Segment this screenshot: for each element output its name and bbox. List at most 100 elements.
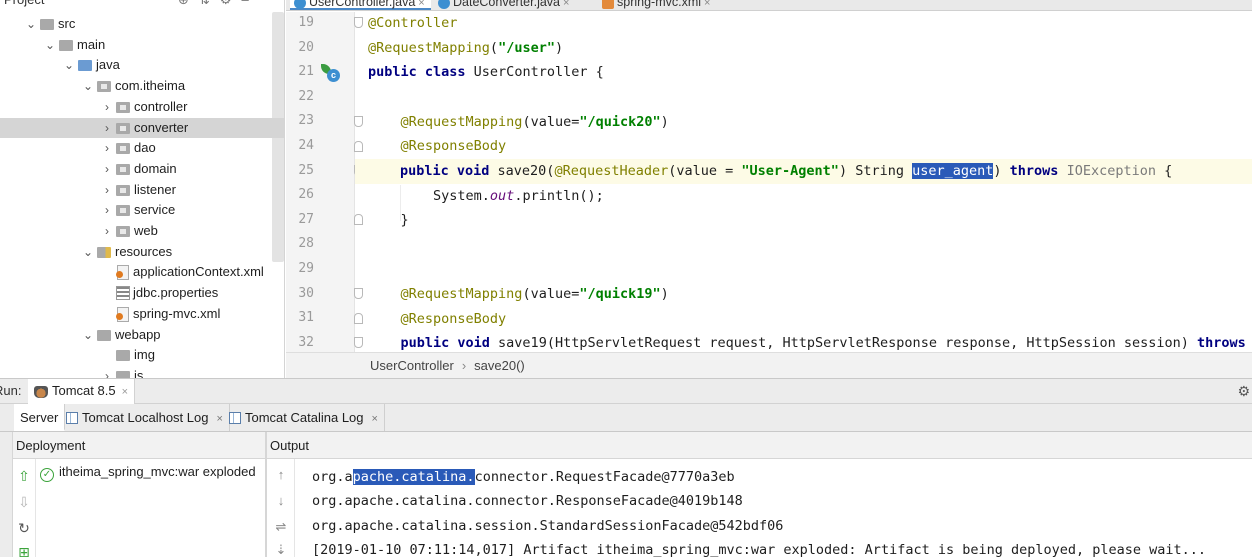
code-line-23[interactable]: @RequestMapping(value="/quick20") bbox=[368, 110, 669, 135]
tree-item-spring-mvc-xml[interactable]: spring-mvc.xml bbox=[0, 304, 272, 325]
output-line-1[interactable]: org.apache.catalina.connector.RequestFac… bbox=[312, 465, 735, 490]
code-line-27[interactable]: } bbox=[368, 208, 409, 233]
run-sub-tabs: Server Tomcat Localhost Log × Tomcat Cata… bbox=[0, 404, 1252, 432]
chevron-down-icon[interactable]: ⌄ bbox=[81, 325, 95, 346]
tree-item-java[interactable]: ⌄ java bbox=[0, 55, 272, 76]
tab-tomcat-catalina-log[interactable]: Tomcat Catalina Log × bbox=[223, 404, 385, 431]
tree-item-label: java bbox=[96, 57, 120, 73]
tree-item-applicationcontext-xml[interactable]: applicationContext.xml bbox=[0, 262, 272, 283]
breadcrumb-method[interactable]: save20() bbox=[474, 358, 525, 373]
tree-item-com-itheima[interactable]: ⌄ com.itheima bbox=[0, 76, 272, 97]
tree-item-label: com.itheima bbox=[115, 78, 186, 94]
selected-text[interactable]: pache.catalina. bbox=[352, 469, 475, 485]
fold-marker-icon[interactable] bbox=[354, 141, 363, 152]
code-line-19[interactable]: @Controller bbox=[368, 11, 457, 36]
tab-dateconverter[interactable]: DateConverter.java × bbox=[434, 0, 575, 10]
code-line-31[interactable]: @ResponseBody bbox=[368, 307, 507, 332]
line-number: 26 bbox=[298, 187, 314, 203]
chevron-right-icon[interactable]: › bbox=[100, 180, 114, 201]
selected-text[interactable]: user_agent bbox=[912, 163, 994, 179]
tab-usercontroller[interactable]: UserController.java × bbox=[290, 0, 431, 10]
tree-item-controller[interactable]: › controller bbox=[0, 97, 272, 118]
editor-tab-bar: UserController.java × DateConverter.java ×… bbox=[286, 0, 1252, 11]
tomcat-icon bbox=[34, 385, 48, 398]
output-line-2[interactable]: org.apache.catalina.connector.ResponseFa… bbox=[312, 489, 743, 514]
code-line-30[interactable]: @RequestMapping(value="/quick19") bbox=[368, 282, 669, 307]
tab-spring-mvc-xml[interactable]: spring-mvc.xml × bbox=[598, 0, 716, 10]
tree-item-js[interactable]: › js bbox=[0, 366, 272, 378]
package-icon bbox=[116, 101, 130, 113]
undeploy-icon[interactable]: ⇩ bbox=[13, 492, 35, 512]
fold-marker-icon[interactable] bbox=[354, 337, 363, 348]
tree-item-converter[interactable]: › converter bbox=[0, 117, 284, 139]
chevron-down-icon[interactable]: ⌄ bbox=[81, 76, 95, 97]
scroll-to-end-icon[interactable]: ⇣ bbox=[273, 542, 289, 557]
tree-item-label: applicationContext.xml bbox=[133, 264, 264, 280]
fold-marker-icon[interactable] bbox=[354, 116, 363, 127]
chevron-down-icon[interactable]: ⌄ bbox=[43, 35, 57, 56]
line-number: 22 bbox=[298, 88, 314, 104]
minimize-icon[interactable]: – bbox=[241, 0, 258, 7]
breadcrumb-class[interactable]: UserController bbox=[370, 358, 454, 373]
code-line-24[interactable]: @ResponseBody bbox=[368, 134, 507, 159]
update-icon[interactable]: ⊞ bbox=[13, 542, 35, 557]
folder-icon bbox=[116, 370, 130, 378]
project-panel-title[interactable]: Project bbox=[4, 0, 44, 8]
chevron-down-icon[interactable]: ⌄ bbox=[62, 55, 76, 76]
chevron-right-icon: › bbox=[461, 358, 467, 373]
fold-marker-icon[interactable] bbox=[354, 288, 363, 299]
close-icon[interactable]: × bbox=[704, 0, 710, 9]
code-line-25[interactable]: public void save20(@RequestHeader(value … bbox=[355, 159, 1252, 184]
chevron-down-icon[interactable]: ⌄ bbox=[24, 14, 38, 35]
code-line-26[interactable]: System.out.println(); bbox=[368, 184, 604, 209]
tree-item-dao[interactable]: › dao bbox=[0, 138, 272, 159]
tree-item-label: converter bbox=[134, 119, 189, 135]
collapse-icon[interactable]: ⇅ bbox=[199, 0, 220, 7]
refresh-icon[interactable]: ↻ bbox=[13, 518, 35, 538]
chevron-right-icon[interactable]: › bbox=[100, 221, 114, 242]
output-line-4[interactable]: [2019-01-10 07:11:14,017] Artifact ithei… bbox=[312, 538, 1206, 557]
chevron-right-icon[interactable]: › bbox=[100, 138, 114, 159]
tree-item-service[interactable]: › service bbox=[0, 200, 272, 221]
fold-marker-icon[interactable] bbox=[354, 313, 363, 324]
tab-label: Server bbox=[20, 410, 59, 425]
tab-tomcat-localhost-log[interactable]: Tomcat Localhost Log × bbox=[60, 404, 230, 431]
chevron-right-icon[interactable]: › bbox=[100, 366, 114, 378]
fold-marker-icon[interactable] bbox=[354, 214, 363, 225]
spring-bean-icon[interactable]: c bbox=[321, 64, 341, 82]
close-icon[interactable]: × bbox=[216, 413, 222, 425]
fold-marker-icon[interactable] bbox=[354, 17, 363, 28]
code-line-21[interactable]: public class UserController { bbox=[368, 60, 604, 85]
scroll-down-icon[interactable]: ↓ bbox=[273, 493, 289, 508]
tree-item-web[interactable]: › web bbox=[0, 221, 272, 242]
run-config-tab[interactable]: Tomcat 8.5 × bbox=[28, 379, 136, 404]
close-icon[interactable]: × bbox=[418, 0, 424, 9]
tree-item-webapp[interactable]: ⌄ webapp bbox=[0, 325, 272, 346]
chevron-right-icon[interactable]: › bbox=[100, 200, 114, 221]
tree-item-src[interactable]: ⌄ src bbox=[0, 14, 272, 35]
chevron-down-icon[interactable]: ⌄ bbox=[81, 242, 95, 263]
tree-item-listener[interactable]: › listener bbox=[0, 180, 272, 201]
tab-server[interactable]: Server bbox=[14, 404, 66, 431]
chevron-right-icon[interactable]: › bbox=[100, 118, 114, 139]
output-line-3[interactable]: org.apache.catalina.session.StandardSess… bbox=[312, 514, 783, 539]
soft-wrap-icon[interactable]: ⇌ bbox=[273, 519, 289, 535]
tree-item-main[interactable]: ⌄ main bbox=[0, 35, 272, 56]
chevron-right-icon[interactable]: › bbox=[100, 97, 114, 118]
tree-item-img[interactable]: img bbox=[0, 345, 272, 366]
locate-icon[interactable]: ⊕ bbox=[178, 0, 199, 7]
code-line-20[interactable]: @RequestMapping("/user") bbox=[368, 36, 563, 61]
tree-item-resources[interactable]: ⌄ resources bbox=[0, 242, 272, 263]
close-icon[interactable]: × bbox=[372, 413, 378, 425]
deployment-item[interactable]: ✓ itheima_spring_mvc:war exploded bbox=[40, 462, 256, 482]
gear-icon[interactable]: ⚙ bbox=[220, 0, 242, 7]
package-icon bbox=[116, 143, 130, 155]
chevron-right-icon[interactable]: › bbox=[100, 159, 114, 180]
tree-item-domain[interactable]: › domain bbox=[0, 159, 272, 180]
gear-icon[interactable]: ⚙ bbox=[1237, 379, 1250, 403]
deploy-icon[interactable]: ⇧ bbox=[13, 466, 35, 486]
tree-item-jdbc-properties[interactable]: jdbc.properties bbox=[0, 283, 272, 304]
scroll-up-icon[interactable]: ↑ bbox=[273, 467, 289, 482]
close-icon[interactable]: × bbox=[563, 0, 569, 9]
close-icon[interactable]: × bbox=[122, 386, 128, 398]
